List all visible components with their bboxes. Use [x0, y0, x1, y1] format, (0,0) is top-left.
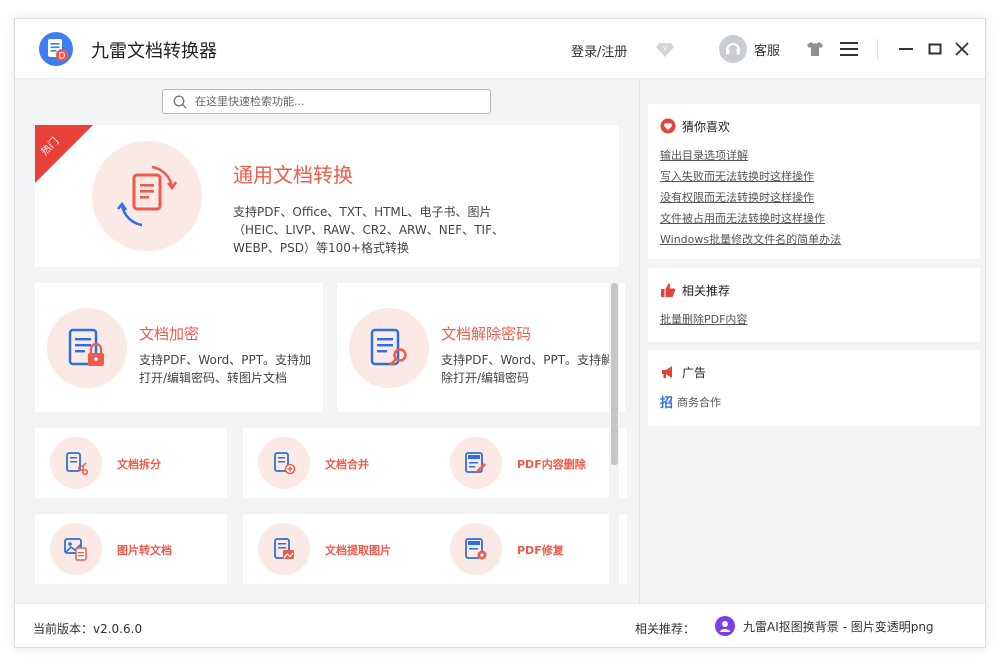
guess-link-3[interactable]: 没有权限而无法转换时这样操作 [660, 189, 814, 205]
document-encrypt-desc: 支持PDF、Word、PPT。支持加打开/编辑密码、转图片文档 [139, 353, 312, 385]
version-label: 当前版本：v2.0.6.0 [33, 622, 143, 636]
megaphone-icon [662, 366, 672, 378]
search-icon [173, 95, 187, 109]
app-window: D 九雷文档转换器 登录/注册 V 客服 在这里快速检索功能... 热门 通用文… [14, 18, 986, 648]
tool-label-split: 文档拆分 [117, 458, 161, 471]
ads-panel: 广告 招 商务合作 [648, 350, 980, 426]
skin-shirt-icon[interactable] [806, 41, 824, 57]
tool-card-extract-images[interactable]: 文档提取图片 [243, 514, 435, 584]
general-convert-desc-line1: 支持PDF、Office、TXT、HTML、电子书、图片 [233, 205, 492, 219]
document-key-icon [349, 308, 429, 388]
tool-label-merge: 文档合并 [325, 458, 369, 471]
ai-cutout-app-icon [715, 616, 735, 636]
guess-link-5[interactable]: Windows批量修改文件名的简单办法 [660, 231, 841, 247]
general-convert-desc: 支持PDF、Office、TXT、HTML、电子书、图片 （HEIC、LIVP、… [233, 203, 533, 257]
customer-service-button[interactable]: 客服 [719, 35, 780, 63]
minimize-icon[interactable] [898, 41, 914, 57]
right-sidebar: 猜你喜欢 输出目录选项详解 写入失败而无法转换时这样操作 没有权限而无法转换时这… [639, 80, 985, 603]
guess-you-like-header: 猜你喜欢 [660, 118, 730, 134]
tool-card-split[interactable]: 文档拆分 [35, 428, 227, 498]
scrollbar-thumb[interactable] [611, 283, 618, 465]
ads-title: 广告 [682, 365, 707, 380]
related-recommend-panel: 相关推荐 批量删除PDF内容 [648, 268, 980, 342]
vip-diamond-icon[interactable]: V [655, 39, 675, 59]
related-link-1[interactable]: 批量删除PDF内容 [660, 311, 747, 327]
general-convert-desc-line3: WEBP、PSD）等100+格式转换 [233, 241, 409, 255]
document-lock-icon [47, 308, 127, 388]
document-decrypt-title: 文档解除密码 [441, 325, 532, 343]
customer-service-label: 客服 [754, 43, 781, 59]
document-split-icon [50, 437, 102, 489]
image-to-document-icon [50, 523, 102, 575]
related-recommend-header: 相关推荐 [660, 282, 730, 298]
tool-card-merge[interactable]: 文档合并 [243, 428, 435, 498]
footer-related-app-label: 九雷AI抠图换背景 - 图片变透明png [743, 619, 934, 634]
pdf-repair-icon [450, 523, 502, 575]
footer-related-label: 相关推荐： [635, 622, 696, 636]
login-register-link[interactable]: 登录/注册 [571, 41, 627, 60]
main-content: 热门 通用文档转换 支持PDF、Office、TXT、HTML、电子书、图片 （… [15, 80, 639, 603]
extract-image-icon [258, 523, 310, 575]
guess-link-1[interactable]: 输出目录选项详解 [660, 147, 748, 163]
ads-header: 广告 [660, 364, 706, 380]
search-input[interactable] [195, 92, 485, 111]
titlebar-divider [877, 39, 878, 59]
tool-label-pdf-delete: PDF内容删除 [517, 458, 586, 471]
business-cooperation-link[interactable]: 招 商务合作 [660, 392, 722, 412]
footer-related-app-link[interactable]: 九雷AI抠图换背景 - 图片变透明png [715, 616, 934, 636]
svg-text:D: D [59, 52, 66, 62]
document-merge-icon [258, 437, 310, 489]
tool-card-pdf-delete[interactable]: PDF内容删除 [435, 428, 627, 498]
heart-icon [660, 118, 676, 134]
app-title: 九雷文档转换器 [91, 41, 217, 62]
maximize-icon[interactable] [927, 41, 943, 57]
document-decrypt-card[interactable]: 文档解除密码 支持PDF、Word、PPT。支持解除打开/编辑密码 [337, 283, 625, 412]
status-bar: 当前版本：v2.0.6.0 相关推荐： 九雷AI抠图换背景 - 图片变透明png [15, 603, 985, 647]
general-convert-desc-line2: （HEIC、LIVP、RAW、CR2、ARW、NEF、TIF、 [233, 223, 504, 237]
document-encrypt-card[interactable]: 文档加密 支持PDF、Word、PPT。支持加打开/编辑密码、转图片文档 [35, 283, 323, 412]
tool-label-pdf-repair: PDF修复 [517, 544, 564, 557]
pdf-erase-icon [450, 437, 502, 489]
menu-icon[interactable] [840, 41, 858, 57]
guess-you-like-title: 猜你喜欢 [682, 119, 731, 134]
related-recommend-title: 相关推荐 [682, 283, 731, 298]
tool-card-pdf-repair[interactable]: PDF修复 [435, 514, 627, 584]
business-cooperation-label: 商务合作 [677, 395, 722, 409]
headset-icon [719, 35, 747, 63]
guess-you-like-panel: 猜你喜欢 输出目录选项详解 写入失败而无法转换时这样操作 没有权限而无法转换时这… [648, 104, 980, 259]
guess-link-4[interactable]: 文件被占用而无法转换时这样操作 [660, 210, 825, 226]
close-icon[interactable] [954, 41, 970, 57]
document-encrypt-title: 文档加密 [139, 325, 200, 343]
tool-card-image-to-doc[interactable]: 图片转文档 [35, 514, 227, 584]
general-convert-card[interactable]: 热门 通用文档转换 支持PDF、Office、TXT、HTML、电子书、图片 （… [35, 125, 619, 267]
tool-label-extract-images: 文档提取图片 [325, 544, 391, 557]
tool-label-image-to-doc: 图片转文档 [117, 544, 172, 557]
search-box[interactable] [162, 89, 491, 114]
title-bar: D 九雷文档转换器 登录/注册 V 客服 [15, 19, 985, 79]
convert-icon [92, 141, 202, 251]
thumbs-up-icon [661, 283, 676, 297]
general-convert-title: 通用文档转换 [233, 163, 353, 187]
document-decrypt-desc: 支持PDF、Word、PPT。支持解除打开/编辑密码 [441, 353, 614, 385]
guess-link-2[interactable]: 写入失败而无法转换时这样操作 [660, 168, 814, 184]
recruit-icon: 招 [660, 396, 674, 411]
app-logo-icon: D [39, 32, 73, 66]
